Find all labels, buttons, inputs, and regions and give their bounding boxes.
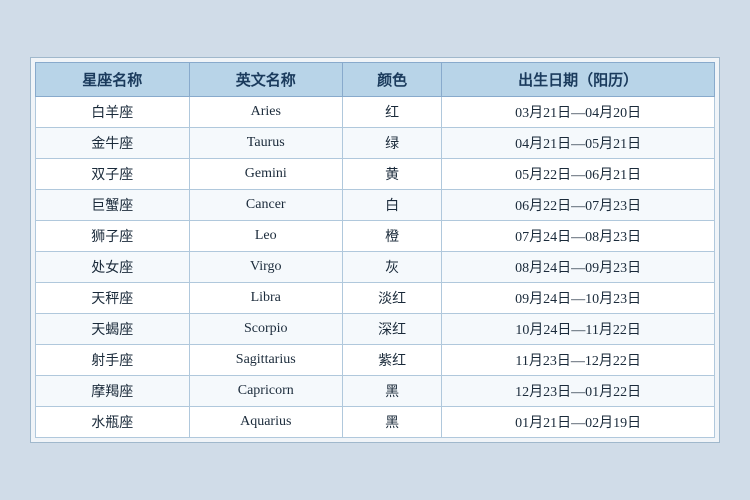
cell-english-name: Leo	[189, 221, 343, 252]
cell-chinese-name: 处女座	[36, 252, 190, 283]
cell-color: 橙	[343, 221, 442, 252]
cell-color: 深红	[343, 314, 442, 345]
cell-chinese-name: 天秤座	[36, 283, 190, 314]
cell-chinese-name: 水瓶座	[36, 407, 190, 438]
cell-color: 红	[343, 97, 442, 128]
header-dates: 出生日期（阳历）	[442, 63, 715, 97]
cell-english-name: Cancer	[189, 190, 343, 221]
cell-color: 黑	[343, 407, 442, 438]
cell-color: 黄	[343, 159, 442, 190]
cell-english-name: Virgo	[189, 252, 343, 283]
cell-chinese-name: 狮子座	[36, 221, 190, 252]
cell-english-name: Libra	[189, 283, 343, 314]
cell-color: 黑	[343, 376, 442, 407]
table-body: 白羊座Aries红03月21日—04月20日金牛座Taurus绿04月21日—0…	[36, 97, 715, 438]
cell-color: 淡红	[343, 283, 442, 314]
header-english-name: 英文名称	[189, 63, 343, 97]
cell-dates: 10月24日—11月22日	[442, 314, 715, 345]
table-row: 天秤座Libra淡红09月24日—10月23日	[36, 283, 715, 314]
cell-dates: 05月22日—06月21日	[442, 159, 715, 190]
table-row: 巨蟹座Cancer白06月22日—07月23日	[36, 190, 715, 221]
cell-chinese-name: 射手座	[36, 345, 190, 376]
cell-color: 绿	[343, 128, 442, 159]
cell-dates: 01月21日—02月19日	[442, 407, 715, 438]
cell-chinese-name: 金牛座	[36, 128, 190, 159]
zodiac-table: 星座名称 英文名称 颜色 出生日期（阳历） 白羊座Aries红03月21日—04…	[35, 62, 715, 438]
table-row: 射手座Sagittarius紫红11月23日—12月22日	[36, 345, 715, 376]
cell-chinese-name: 双子座	[36, 159, 190, 190]
cell-chinese-name: 白羊座	[36, 97, 190, 128]
cell-english-name: Scorpio	[189, 314, 343, 345]
cell-dates: 04月21日—05月21日	[442, 128, 715, 159]
table-row: 双子座Gemini黄05月22日—06月21日	[36, 159, 715, 190]
cell-dates: 06月22日—07月23日	[442, 190, 715, 221]
cell-english-name: Aries	[189, 97, 343, 128]
cell-dates: 09月24日—10月23日	[442, 283, 715, 314]
cell-english-name: Gemini	[189, 159, 343, 190]
table-row: 白羊座Aries红03月21日—04月20日	[36, 97, 715, 128]
cell-color: 白	[343, 190, 442, 221]
cell-chinese-name: 天蝎座	[36, 314, 190, 345]
cell-english-name: Sagittarius	[189, 345, 343, 376]
table-row: 狮子座Leo橙07月24日—08月23日	[36, 221, 715, 252]
cell-english-name: Capricorn	[189, 376, 343, 407]
cell-chinese-name: 摩羯座	[36, 376, 190, 407]
cell-english-name: Taurus	[189, 128, 343, 159]
header-color: 颜色	[343, 63, 442, 97]
table-row: 水瓶座Aquarius黑01月21日—02月19日	[36, 407, 715, 438]
zodiac-table-container: 星座名称 英文名称 颜色 出生日期（阳历） 白羊座Aries红03月21日—04…	[30, 57, 720, 443]
cell-dates: 07月24日—08月23日	[442, 221, 715, 252]
cell-dates: 08月24日—09月23日	[442, 252, 715, 283]
table-row: 摩羯座Capricorn黑12月23日—01月22日	[36, 376, 715, 407]
table-row: 天蝎座Scorpio深红10月24日—11月22日	[36, 314, 715, 345]
cell-color: 灰	[343, 252, 442, 283]
cell-dates: 03月21日—04月20日	[442, 97, 715, 128]
table-row: 处女座Virgo灰08月24日—09月23日	[36, 252, 715, 283]
header-chinese-name: 星座名称	[36, 63, 190, 97]
cell-dates: 11月23日—12月22日	[442, 345, 715, 376]
cell-dates: 12月23日—01月22日	[442, 376, 715, 407]
table-row: 金牛座Taurus绿04月21日—05月21日	[36, 128, 715, 159]
cell-chinese-name: 巨蟹座	[36, 190, 190, 221]
cell-color: 紫红	[343, 345, 442, 376]
table-header-row: 星座名称 英文名称 颜色 出生日期（阳历）	[36, 63, 715, 97]
cell-english-name: Aquarius	[189, 407, 343, 438]
